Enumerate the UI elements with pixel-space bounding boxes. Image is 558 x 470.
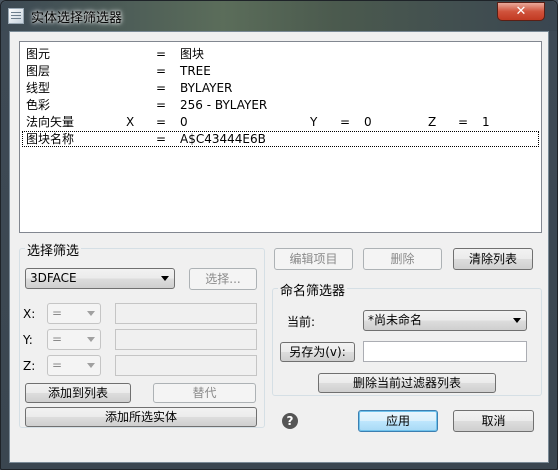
dialog-client-area: 图元 = 图块 图层 = TREE 线型 = BYLAYER 色彩 = 256 …	[9, 31, 549, 463]
property-name: 法向矢量	[26, 115, 75, 129]
z-value: 1	[482, 115, 490, 129]
property-value: 256 - BYLAYER	[180, 98, 268, 112]
select-filter-title: 选择筛选	[25, 240, 82, 259]
chevron-down-icon	[161, 276, 169, 281]
save-as-button[interactable]: 另存为(v):	[280, 342, 355, 362]
current-filter-value: *尚未命名	[368, 313, 423, 327]
equals-sign: =	[156, 47, 167, 61]
named-filter-title: 命名筛选器	[278, 280, 348, 299]
equals-sign: =	[156, 81, 167, 95]
select-button[interactable]: 选择...	[189, 268, 257, 290]
help-icon[interactable]: ?	[282, 413, 298, 429]
y-value-field[interactable]	[115, 329, 257, 350]
app-icon	[8, 8, 24, 24]
delete-current-filter-list-button[interactable]: 删除当前过滤器列表	[318, 373, 496, 393]
property-name: 线型	[26, 81, 51, 95]
delete-button[interactable]: 删除	[363, 248, 442, 270]
y-value: 0	[364, 115, 372, 129]
property-value: A$C43444E6B	[180, 132, 266, 146]
list-item[interactable]: 法向矢量 X = 0 Y = 0 Z = 1	[22, 114, 539, 130]
list-item[interactable]: 图层 = TREE	[22, 63, 539, 79]
x-value: 0	[180, 115, 188, 129]
dialog-window: 实体选择筛选器 ✕ 图元 = 图块 图层 = TREE 线型 = BYLAYER…	[0, 0, 558, 470]
cancel-button[interactable]: 取消	[453, 410, 534, 432]
z-value-field[interactable]	[115, 355, 257, 376]
chevron-down-icon	[87, 311, 95, 316]
replace-button[interactable]: 替代	[153, 383, 256, 403]
current-filter-combo[interactable]: *尚未命名	[363, 310, 527, 331]
property-name: 色彩	[26, 98, 51, 112]
equals-sign: =	[156, 98, 167, 112]
clear-list-button[interactable]: 清除列表	[453, 248, 533, 270]
window-title: 实体选择筛选器	[31, 11, 123, 26]
property-name: 图块名称	[26, 132, 75, 146]
z-operator-combo[interactable]: =	[47, 355, 101, 376]
current-label: 当前:	[287, 315, 316, 329]
add-to-list-button[interactable]: 添加到列表	[25, 383, 131, 403]
equals-sign: =	[156, 132, 167, 146]
equals-sign: =	[340, 115, 351, 129]
save-as-name-field[interactable]	[363, 341, 527, 362]
edit-item-button[interactable]: 编辑项目	[274, 248, 353, 270]
close-button[interactable]: ✕	[497, 2, 545, 21]
property-value: 图块	[180, 47, 205, 61]
y-axis-label: Y	[310, 115, 318, 129]
equals-sign: =	[156, 64, 167, 78]
add-selected-entities-button[interactable]: 添加所选实体	[25, 407, 257, 427]
x-axis-label: X	[126, 115, 135, 129]
z-operator-value: =	[52, 358, 63, 372]
y-operator-value: =	[52, 332, 63, 346]
x-operator-combo[interactable]: =	[47, 303, 101, 324]
x-operator-value: =	[52, 306, 63, 320]
equals-sign: =	[458, 115, 469, 129]
property-name: 图层	[26, 64, 51, 78]
chevron-down-icon	[87, 363, 95, 368]
z-label: Z:	[23, 359, 36, 373]
x-value-field[interactable]	[115, 303, 257, 324]
list-item[interactable]: 色彩 = 256 - BYLAYER	[22, 97, 539, 113]
entity-type-value: 3DFACE	[30, 271, 77, 285]
property-value: BYLAYER	[180, 81, 233, 95]
property-name: 图元	[26, 47, 51, 61]
equals-sign: =	[156, 115, 167, 129]
x-label: X:	[23, 307, 36, 321]
apply-button[interactable]: 应用	[358, 410, 438, 432]
chevron-down-icon	[513, 318, 521, 323]
title-bar[interactable]: 实体选择筛选器 ✕	[1, 1, 557, 31]
list-item[interactable]: 图块名称 = A$C43444E6B	[22, 131, 539, 147]
z-axis-label: Z	[428, 115, 437, 129]
filter-list[interactable]: 图元 = 图块 图层 = TREE 线型 = BYLAYER 色彩 = 256 …	[19, 41, 542, 233]
y-label: Y:	[23, 333, 33, 347]
entity-type-combo[interactable]: 3DFACE	[25, 268, 175, 289]
y-operator-combo[interactable]: =	[47, 329, 101, 350]
chevron-down-icon	[87, 337, 95, 342]
property-value: TREE	[180, 64, 211, 78]
list-item[interactable]: 线型 = BYLAYER	[22, 80, 539, 96]
list-item[interactable]: 图元 = 图块	[22, 46, 539, 62]
